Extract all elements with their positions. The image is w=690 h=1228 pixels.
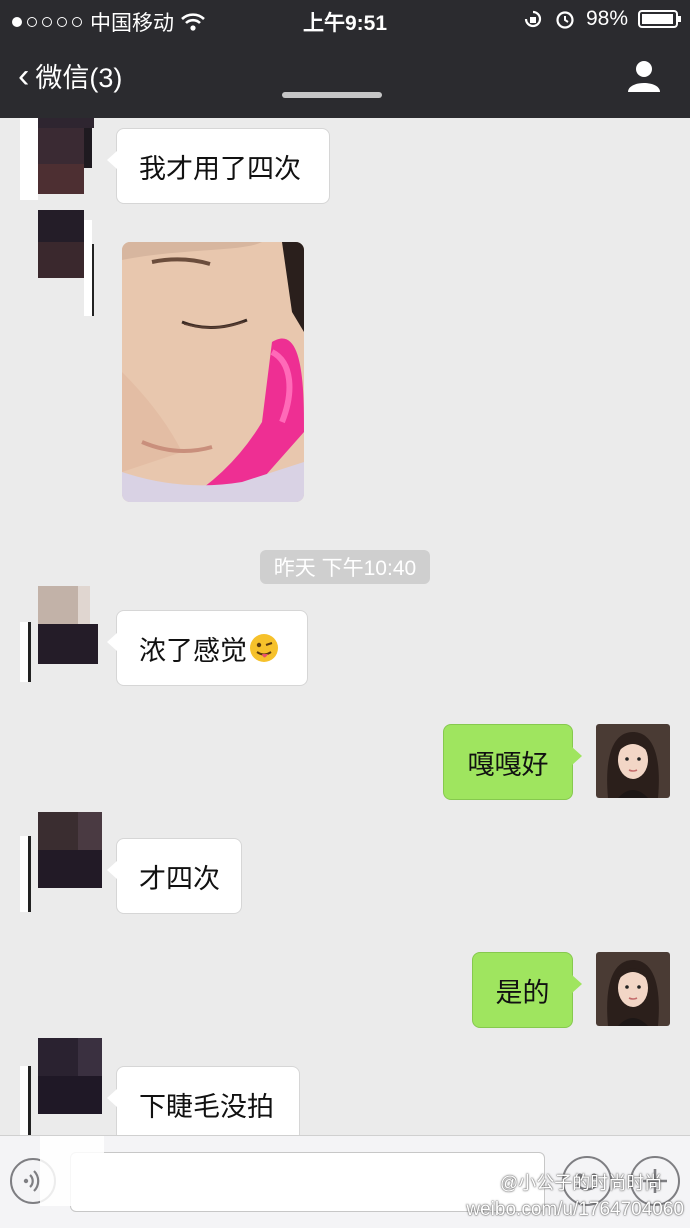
chat-title-redacted xyxy=(282,92,382,98)
battery-percent: 98% xyxy=(585,7,628,30)
my-avatar[interactable] xyxy=(596,952,670,1026)
contact-avatar[interactable] xyxy=(20,118,94,200)
contact-avatar[interactable] xyxy=(20,210,94,316)
rotation-lock-icon xyxy=(524,10,542,28)
photo-image xyxy=(122,242,304,502)
chat-area: 我才用了四次 昨天 下午10:40 浓了感觉 嘎嘎好 才四次 是的 下睫毛没拍 xyxy=(0,118,690,1135)
message-text: 我才用了四次 xyxy=(139,153,301,184)
watermark-url: weibo.com/u/1764704060 xyxy=(466,1199,684,1220)
top-bar: 中国移动 上午9:51 98% ‹ 微信(3) xyxy=(0,0,690,118)
message-photo[interactable] xyxy=(122,242,304,502)
message-text: 是的 xyxy=(495,977,550,1008)
message-text: 下睫毛没拍 xyxy=(139,1091,274,1122)
message-text: 才四次 xyxy=(139,863,220,894)
contact-avatar[interactable] xyxy=(20,812,104,912)
battery-icon xyxy=(638,10,681,28)
alarm-icon xyxy=(556,11,574,29)
message-bubble-incoming[interactable]: 我才用了四次 xyxy=(107,128,330,204)
timestamp-chip: 昨天 下午10:40 xyxy=(260,550,430,584)
back-button[interactable]: ‹ 微信(3) xyxy=(18,56,122,95)
timestamp-text: 昨天 下午10:40 xyxy=(273,557,417,580)
nav-bar: ‹ 微信(3) xyxy=(0,52,690,104)
contact-avatar[interactable] xyxy=(20,1038,104,1135)
my-avatar[interactable] xyxy=(596,724,670,798)
message-bubble-outgoing[interactable]: 是的 xyxy=(472,952,582,1028)
message-bubble-incoming[interactable]: 浓了感觉 xyxy=(107,610,308,686)
avatar-overlap-fragment xyxy=(40,1136,104,1206)
message-text: 嘎嘎好 xyxy=(467,749,549,780)
status-right: 98% xyxy=(522,7,681,31)
message-bubble-incoming[interactable]: 下睫毛没拍 xyxy=(107,1066,300,1135)
message-bubble-incoming[interactable]: 才四次 xyxy=(107,838,242,914)
message-bubble-outgoing[interactable]: 嘎嘎好 xyxy=(443,724,582,800)
person-icon[interactable] xyxy=(626,58,662,94)
back-label: 微信(3) xyxy=(35,63,123,93)
contact-avatar[interactable] xyxy=(20,586,98,682)
weibo-watermark: @小公子的时尚时尚 weibo.com/u/1764704060 xyxy=(454,1163,684,1227)
weibo-logo-icon xyxy=(456,1168,495,1197)
status-bar: 中国移动 上午9:51 98% xyxy=(0,0,690,38)
message-text: 浓了感觉 xyxy=(139,635,247,666)
chevron-left-icon: ‹ xyxy=(18,56,30,95)
winking-tongue-emoji-icon xyxy=(250,634,278,662)
watermark-handle: @小公子的时尚时尚 xyxy=(500,1173,663,1193)
